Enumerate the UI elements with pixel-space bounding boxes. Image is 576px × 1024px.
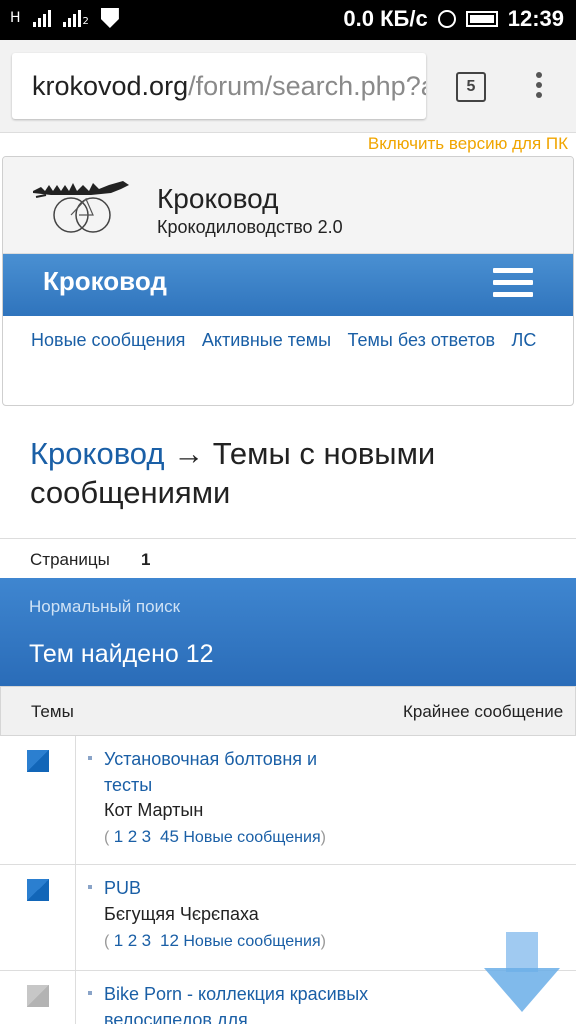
topic-author: Кот Мартын	[104, 800, 204, 820]
alarm-icon	[437, 10, 456, 28]
column-topics: Темы	[31, 702, 74, 721]
topic-icon-cell	[0, 971, 76, 1024]
topic-page-link[interactable]: 1	[114, 827, 123, 846]
network-speed: 0.0 КБ/с	[343, 6, 428, 31]
browser-toolbar: krokovod.org/forum/search.php?ac 5	[0, 40, 576, 133]
topic-page-link[interactable]: 45	[160, 827, 179, 846]
url-path: /forum/search.php?ac	[188, 71, 426, 101]
topic-title-link[interactable]: Bike Porn - коллекция красивых велосипед…	[104, 981, 374, 1024]
new-posts-link[interactable]: Новые сообщения	[183, 829, 320, 846]
network-type-icon: H	[10, 10, 21, 26]
column-last-post: Крайнее сообщение	[403, 702, 564, 721]
pagination-current: 1	[141, 550, 151, 569]
logo-area: Кроковод Крокодиловодство 2.0	[3, 157, 573, 254]
signal-sim2-icon: 2	[62, 9, 89, 27]
bullet-icon	[88, 885, 92, 889]
url-text: krokovod.org/forum/search.php?ac	[32, 71, 426, 102]
tabs-icon[interactable]: 5	[456, 72, 486, 102]
status-right: 0.0 КБ/с 12:39	[343, 6, 564, 32]
signal-icon	[32, 9, 51, 27]
site-logo[interactable]	[31, 177, 131, 237]
address-bar[interactable]: krokovod.org/forum/search.php?ac	[12, 53, 426, 119]
pagination-label: Страницы	[30, 550, 110, 569]
breadcrumb-arrow: →	[173, 436, 205, 471]
status-bar: H 2 0.0 КБ/с 12:39	[0, 0, 576, 40]
new-posts-link[interactable]: Новые сообщения	[183, 933, 320, 950]
nav-link-new-posts[interactable]: Новые сообщения	[31, 321, 185, 359]
topic-title-link[interactable]: PUB	[104, 875, 354, 901]
bullet-icon	[88, 756, 92, 760]
page-title: Кроковод → Темы с новыми сообщениями	[30, 434, 550, 512]
bullet-icon	[88, 991, 92, 995]
topic-pages: ( 1 2 3 12 Новые сообщения)	[104, 931, 326, 950]
clock: 12:39	[507, 6, 564, 31]
nav-links: Новые сообщения Активные темы Темы без о…	[3, 321, 573, 359]
table-header: Темы Крайнее сообщение	[0, 686, 576, 736]
topic-pages: ( 1 2 3 45 Новые сообщения)	[104, 827, 326, 846]
topic-page-link[interactable]: 3	[142, 931, 151, 950]
search-results-header: Нормальный поиск Тем найдено 12	[0, 578, 576, 686]
url-host: krokovod.org	[32, 71, 189, 101]
topic-page-link[interactable]: 1	[114, 931, 123, 950]
nav-link-unanswered[interactable]: Темы без ответов	[348, 321, 496, 359]
pagination: Страницы 1	[0, 538, 576, 579]
results-count: Тем найдено 12	[29, 640, 214, 668]
topic-read-icon	[27, 985, 49, 1007]
site-description: Крокодиловодство 2.0	[157, 217, 343, 237]
hamburger-icon[interactable]	[493, 268, 533, 304]
topic-author: Бєгущяя Чєрєпаха	[104, 904, 259, 924]
battery-icon	[465, 11, 498, 27]
nav-link-pm[interactable]: ЛС	[512, 321, 537, 359]
nav-link-active-topics[interactable]: Активные темы	[202, 321, 331, 359]
topic-new-icon	[27, 879, 49, 901]
search-mode: Нормальный поиск	[29, 597, 181, 616]
menu-icon[interactable]	[536, 72, 542, 102]
status-left: H 2	[10, 8, 119, 28]
topic-icon-cell	[0, 736, 76, 864]
navbar: Кроковод	[3, 254, 573, 316]
scroll-down-icon[interactable]	[484, 932, 560, 1012]
desktop-version-link[interactable]: Включить версию для ПК	[368, 134, 568, 154]
navbar-brand[interactable]: Кроковод	[43, 266, 167, 297]
topic-new-icon	[27, 750, 49, 772]
table-row: Установочная болтовня и тесты Кот Мартын…	[0, 736, 576, 865]
shield-icon	[100, 8, 119, 28]
topic-page-link[interactable]: 2	[128, 931, 137, 950]
topic-page-link[interactable]: 3	[142, 827, 151, 846]
topic-page-link[interactable]: 12	[160, 931, 179, 950]
breadcrumb-home[interactable]: Кроковод	[30, 436, 164, 471]
site-title[interactable]: Кроковод	[157, 183, 278, 215]
topic-page-link[interactable]: 2	[128, 827, 137, 846]
topic-title-link[interactable]: Установочная болтовня и тесты	[104, 746, 354, 798]
topic-icon-cell	[0, 865, 76, 970]
site-header: Кроковод Крокодиловодство 2.0 Кроковод Н…	[2, 156, 574, 406]
